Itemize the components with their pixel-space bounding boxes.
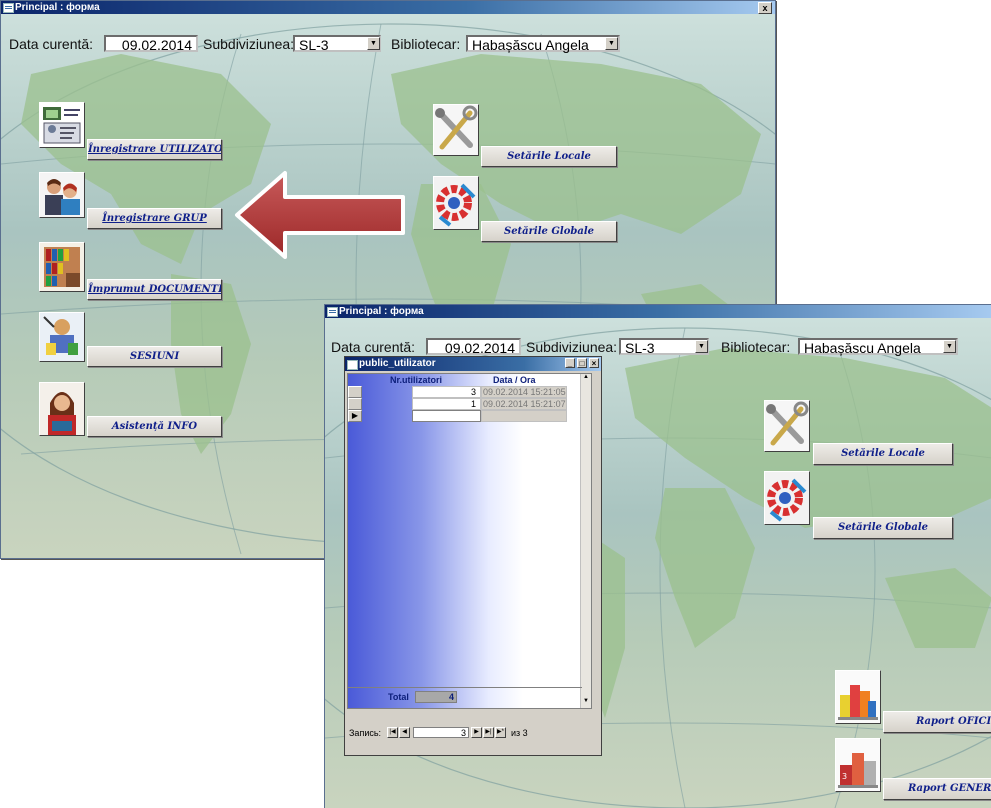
global-settings-icon[interactable]: [433, 176, 479, 230]
librarian-label: Bibliotecar:: [721, 339, 791, 355]
public-utilizator-subform: public_utilizator _ □ × Nr.utilizatori D…: [344, 356, 602, 756]
chevron-down-icon[interactable]: ▼: [367, 37, 380, 50]
close-icon[interactable]: ×: [589, 358, 599, 368]
back-window-titlebar[interactable]: Principal : форма x: [1, 1, 775, 14]
column-header-date[interactable]: Data / Ora: [493, 375, 536, 385]
global-settings-icon[interactable]: [764, 471, 810, 525]
global-settings-button[interactable]: Setările Globale: [481, 221, 617, 242]
front-window-titlebar[interactable]: Principal : форма: [325, 305, 991, 318]
chevron-down-icon[interactable]: ▼: [695, 340, 708, 353]
record-number-field[interactable]: 3: [413, 727, 469, 738]
user-card-icon[interactable]: [39, 102, 85, 148]
sessions-icon[interactable]: [39, 312, 85, 362]
users-cell[interactable]: 1: [412, 398, 481, 410]
form-icon: [327, 307, 338, 317]
assistant-icon[interactable]: [39, 382, 85, 436]
column-header-users[interactable]: Nr.utilizatori: [390, 375, 442, 385]
total-label: Total: [388, 692, 409, 702]
current-row-marker-icon[interactable]: ▶: [348, 410, 362, 422]
local-settings-button[interactable]: Setările Locale: [481, 146, 617, 167]
books-icon[interactable]: [39, 242, 85, 292]
date-cell: 09.02.2014 15:21:07: [481, 398, 567, 410]
users-value: 1: [470, 399, 476, 409]
sessions-button[interactable]: SESIUNI: [87, 346, 222, 367]
total-value: 4: [415, 691, 457, 703]
record-total: из 3: [511, 728, 528, 738]
date-field[interactable]: 09.02.2014: [426, 338, 521, 356]
users-cell[interactable]: 3: [412, 386, 481, 398]
record-navigator: Запись: |◀ ◀ 3 ▶ ▶| ▶* из 3: [347, 726, 592, 740]
first-record-icon[interactable]: |◀: [387, 727, 398, 738]
table-row[interactable]: 3 09.02.2014 15:21:05: [348, 386, 580, 398]
date-field[interactable]: 09.02.2014: [104, 35, 198, 53]
register-user-button[interactable]: Înregistrare UTILIZATOR: [87, 139, 222, 160]
tools-icon[interactable]: [764, 400, 810, 452]
maximize-icon[interactable]: □: [577, 358, 587, 368]
minimize-icon[interactable]: _: [565, 358, 575, 368]
new-users-cell[interactable]: [412, 410, 481, 422]
subdivision-label: Subdiviziunea:: [526, 339, 618, 355]
librarian-combo[interactable]: Habașăscu Angela: [466, 35, 620, 53]
table-icon: [347, 360, 358, 370]
data-grid: Nr.utilizatori Data / Ora 3 09.02.2014 1…: [347, 373, 592, 709]
front-window-client: Data curentă: 09.02.2014 Subdiviziunea: …: [325, 318, 991, 808]
front-main-window: Principal : форма Data curentă: 09.02.20…: [324, 304, 991, 808]
subform-titlebar[interactable]: public_utilizator _ □ ×: [345, 357, 601, 371]
librarian-label: Bibliotecar:: [391, 36, 461, 52]
row-selector[interactable]: [348, 398, 362, 410]
report-general-button[interactable]: Raport GENERAL: [883, 778, 991, 800]
scroll-down-icon[interactable]: ▼: [581, 698, 591, 708]
next-record-icon[interactable]: ▶: [471, 727, 482, 738]
group-icon[interactable]: [39, 172, 85, 218]
chevron-down-icon[interactable]: ▼: [943, 340, 956, 353]
form-icon: [3, 3, 14, 13]
table-row[interactable]: 1 09.02.2014 15:21:07: [348, 398, 580, 410]
record-label: Запись:: [349, 728, 382, 738]
new-date-cell: [481, 410, 567, 422]
register-group-button[interactable]: Înregistrare GRUP: [87, 208, 222, 229]
date-cell: 09.02.2014 15:21:05: [481, 386, 567, 398]
new-record-row[interactable]: ▶: [348, 410, 580, 422]
subdivision-label: Subdiviziunea:: [203, 36, 295, 52]
librarian-combo[interactable]: Habașăscu Angela: [798, 338, 958, 356]
new-record-icon[interactable]: ▶*: [495, 727, 506, 738]
chevron-down-icon[interactable]: ▼: [605, 37, 618, 50]
users-value: 3: [470, 387, 476, 397]
tools-icon[interactable]: [433, 104, 479, 156]
back-window-title: Principal : форма: [15, 2, 100, 13]
svg-text:3: 3: [842, 772, 847, 781]
date-value: 09.02.2014 15:21:07: [483, 399, 566, 409]
close-icon[interactable]: x: [758, 2, 772, 14]
general-report-icon[interactable]: 3: [835, 738, 881, 792]
date-value: 09.02.2014 15:21:05: [483, 387, 566, 397]
loan-documents-button[interactable]: Împrumut DOCUMENTE: [87, 279, 222, 300]
total-footer: Total 4: [348, 687, 582, 708]
front-window-title: Principal : форма: [339, 306, 424, 317]
row-selector[interactable]: [348, 386, 362, 398]
left-arrow-icon: [235, 171, 405, 259]
date-label: Data curentă:: [9, 36, 94, 52]
global-settings-button[interactable]: Setările Globale: [813, 517, 953, 539]
local-settings-button[interactable]: Setările Locale: [813, 443, 953, 465]
assist-info-button[interactable]: Asistență INFO: [87, 416, 222, 437]
vertical-scrollbar[interactable]: ▲ ▼: [580, 374, 591, 708]
office-report-icon[interactable]: [835, 670, 881, 724]
report-office-button[interactable]: Raport OFICIU: [883, 711, 991, 733]
date-label: Data curentă:: [331, 339, 416, 355]
subform-title: public_utilizator: [359, 358, 436, 369]
scroll-up-icon[interactable]: ▲: [581, 374, 591, 384]
last-record-icon[interactable]: ▶|: [483, 727, 494, 738]
prev-record-icon[interactable]: ◀: [399, 727, 410, 738]
